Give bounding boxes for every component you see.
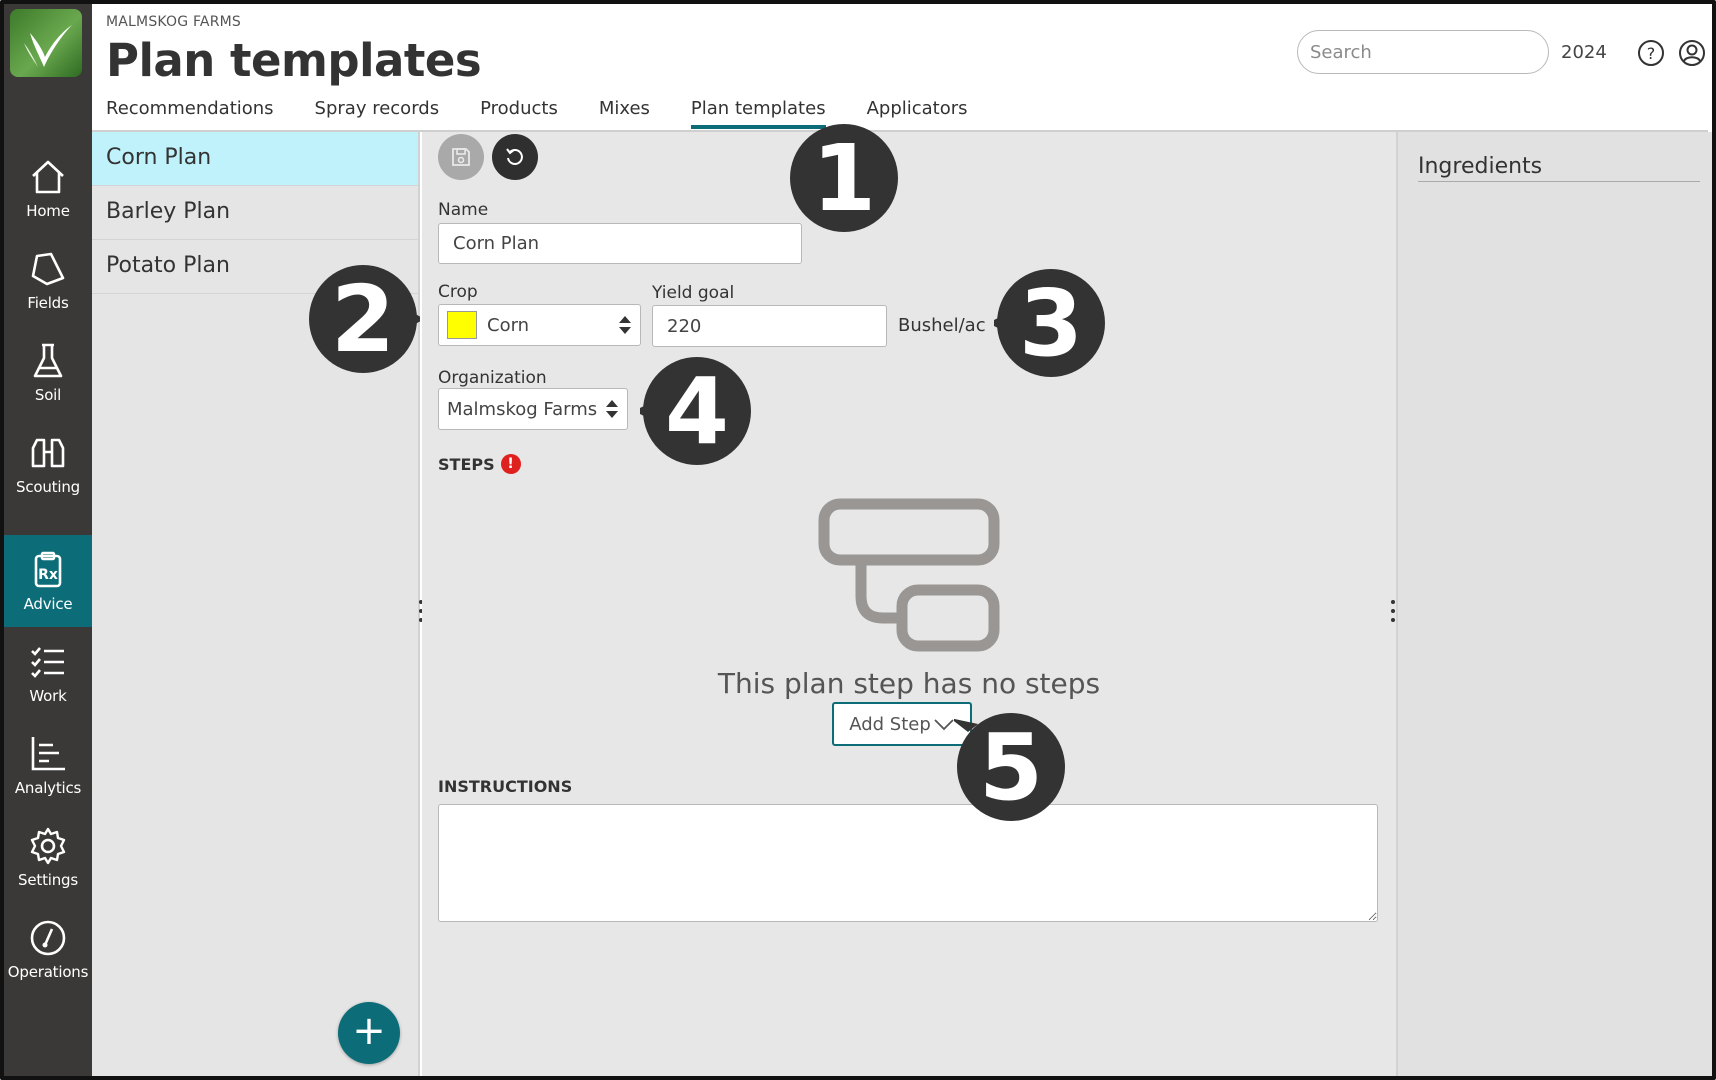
- undo-icon: [506, 148, 523, 165]
- chevron-down-icon: [934, 719, 954, 731]
- callout-number: 5: [979, 714, 1043, 821]
- callout-number: 2: [331, 266, 395, 373]
- nav-label: Home: [26, 202, 70, 220]
- callout-number: 3: [1019, 270, 1083, 377]
- name-value: Corn Plan: [453, 233, 540, 254]
- yield-goal-value: 220: [667, 315, 702, 337]
- nav-label: Scouting: [16, 478, 80, 496]
- nav-settings[interactable]: Settings: [4, 811, 92, 903]
- nav-fields[interactable]: Fields: [4, 234, 92, 326]
- add-plan-button[interactable]: +: [338, 1002, 400, 1064]
- plan-editor: Name Corn Plan Crop Corn Yield goal 220 …: [422, 132, 1396, 1076]
- nav-work[interactable]: Work: [4, 627, 92, 719]
- save-icon: [452, 148, 470, 166]
- tab-products[interactable]: Products: [480, 98, 558, 129]
- gear-icon: [30, 827, 66, 865]
- yield-unit: Bushel/ac: [898, 315, 986, 336]
- user-account-icon[interactable]: [1677, 38, 1707, 68]
- callout-badge: 5: [954, 713, 1065, 821]
- org-name: MALMSKOG FARMS: [106, 14, 241, 30]
- prescription-icon: Rx: [34, 551, 62, 588]
- nav-operations[interactable]: Operations: [4, 903, 92, 995]
- page-title: Plan templates: [106, 34, 482, 87]
- callout-number: 1: [812, 125, 876, 232]
- revert-button[interactable]: [492, 134, 538, 180]
- crop-color-swatch: [447, 311, 477, 339]
- leaf-logo-icon: [24, 25, 72, 67]
- svg-text:?: ?: [1647, 44, 1656, 63]
- binoculars-icon: [31, 438, 65, 468]
- organization-label: Organization: [438, 368, 547, 388]
- nav-advice[interactable]: Rx Advice: [4, 535, 92, 627]
- search-input[interactable]: [1297, 30, 1549, 74]
- plan-list-item[interactable]: Barley Plan: [92, 186, 418, 240]
- tab-mixes[interactable]: Mixes: [599, 98, 650, 129]
- year-selector[interactable]: 2024: [1561, 42, 1607, 63]
- name-field[interactable]: Corn Plan: [438, 223, 802, 264]
- callout-number: 4: [665, 358, 729, 465]
- ingredients-panel: Ingredients: [1396, 132, 1712, 1076]
- crop-label: Crop: [438, 282, 478, 302]
- select-arrows-icon: [606, 400, 618, 418]
- nav-label: Fields: [27, 294, 69, 312]
- checklist-icon: [31, 647, 64, 678]
- nav-label: Settings: [18, 871, 78, 889]
- nav-label: Operations: [7, 963, 89, 981]
- chart-icon: [31, 737, 65, 771]
- add-step-label: Add Step: [849, 713, 931, 735]
- yield-goal-label: Yield goal: [652, 283, 735, 303]
- nav-scouting[interactable]: Scouting: [4, 418, 92, 510]
- yield-goal-field[interactable]: 220: [652, 305, 887, 347]
- crop-value: Corn: [487, 314, 530, 336]
- nav-label: Advice: [23, 595, 73, 613]
- instructions-label: INSTRUCTIONS: [438, 777, 573, 796]
- empty-steps-illustration-icon: [818, 498, 1000, 652]
- nav-rail: Home Fields Soil Scouting Rx Advice Work: [4, 4, 92, 1076]
- instructions-field[interactable]: [438, 804, 1378, 922]
- empty-steps-message: This plan step has no steps: [717, 667, 1101, 700]
- steps-alert-icon: !: [500, 454, 521, 474]
- save-button[interactable]: [438, 134, 484, 180]
- gauge-icon: [30, 920, 66, 956]
- organization-select[interactable]: Malmskog Farms: [438, 388, 628, 430]
- help-icon[interactable]: ?: [1636, 38, 1666, 68]
- callout-badge: 1: [790, 124, 898, 232]
- svg-text:Rx: Rx: [38, 567, 58, 583]
- add-step-button[interactable]: Add Step: [832, 702, 972, 746]
- app-logo[interactable]: [10, 9, 82, 77]
- app-window: Home Fields Soil Scouting Rx Advice Work: [0, 0, 1716, 1080]
- nav-label: Soil: [34, 386, 62, 404]
- flask-icon: [33, 343, 63, 378]
- callout-badge: 3: [994, 269, 1105, 377]
- tab-spray-records[interactable]: Spray records: [315, 98, 440, 129]
- nav-soil[interactable]: Soil: [4, 326, 92, 418]
- fields-icon: [31, 252, 65, 286]
- ingredients-title: Ingredients: [1418, 154, 1700, 182]
- nav-label: Work: [29, 687, 67, 705]
- steps-label: STEPS: [438, 454, 495, 474]
- nav-analytics[interactable]: Analytics: [4, 719, 92, 811]
- tab-recommendations[interactable]: Recommendations: [106, 98, 274, 129]
- nav-home[interactable]: Home: [4, 142, 92, 234]
- crop-select[interactable]: Corn: [438, 304, 641, 346]
- select-arrows-icon: [619, 316, 631, 334]
- steps-heading: STEPS !: [438, 454, 521, 474]
- callout-badge: 2: [309, 265, 420, 373]
- organization-value: Malmskog Farms: [447, 398, 598, 420]
- callout-badge: 4: [640, 357, 751, 465]
- home-icon: [32, 160, 64, 194]
- page-header: MALMSKOG FARMS Plan templates 2024 ? Rec…: [92, 8, 1708, 132]
- nav-label: Analytics: [14, 779, 82, 797]
- plan-list-item[interactable]: Corn Plan: [92, 132, 418, 186]
- name-label: Name: [438, 200, 489, 220]
